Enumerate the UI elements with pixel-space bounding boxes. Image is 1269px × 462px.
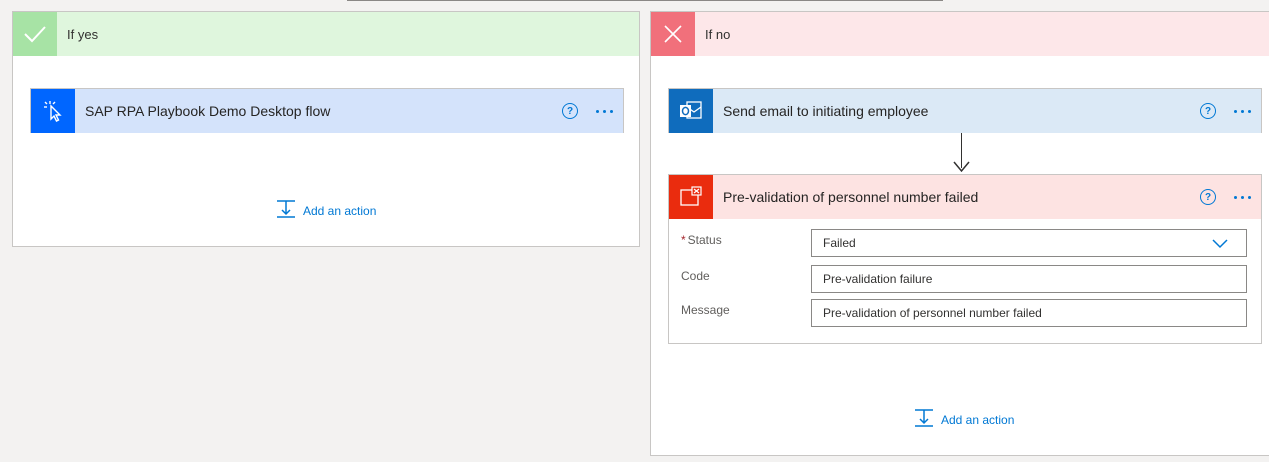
branch-yes-title: If yes: [67, 26, 99, 42]
help-icon[interactable]: ?: [562, 103, 578, 119]
sap-action-title: SAP RPA Playbook Demo Desktop flow: [85, 103, 331, 119]
code-field-row: Code Pre-validation failure: [681, 265, 1247, 293]
close-icon: [651, 12, 695, 56]
sap-desktop-flow-action[interactable]: SAP RPA Playbook Demo Desktop flow ?: [30, 88, 624, 133]
code-input[interactable]: Pre-validation failure: [811, 265, 1247, 293]
message-input[interactable]: Pre-validation of personnel number faile…: [811, 299, 1247, 327]
code-label: Code: [681, 269, 710, 283]
add-action-button-no[interactable]: Add an action: [914, 408, 1014, 431]
message-label: Message: [681, 303, 730, 317]
terminate-action[interactable]: Pre-validation of personnel number faile…: [668, 174, 1262, 344]
status-field-row: * Status Failed: [681, 229, 1247, 257]
terminate-icon: [669, 175, 713, 219]
branch-yes-header[interactable]: If yes: [13, 12, 639, 56]
arrow-head: [953, 161, 970, 173]
add-action-icon: [914, 408, 934, 431]
message-field-row: Message Pre-validation of personnel numb…: [681, 299, 1247, 327]
branch-no-title: If no: [705, 26, 731, 42]
branch-no-header[interactable]: If no: [651, 12, 1269, 56]
status-dropdown[interactable]: Failed: [811, 229, 1247, 257]
branch-if-yes: If yes SAP RPA Playbook Demo Desktop flo…: [12, 11, 640, 247]
status-label: * Status: [681, 233, 722, 247]
add-action-label: Add an action: [303, 203, 377, 218]
more-icon[interactable]: [1234, 195, 1251, 199]
chevron-down-icon: [1212, 239, 1228, 249]
outlook-icon: [669, 89, 713, 133]
add-action-label: Add an action: [941, 412, 1015, 427]
add-action-icon: [276, 199, 296, 222]
help-icon[interactable]: ?: [1200, 189, 1216, 205]
top-connector-line: [347, 0, 943, 1]
branch-if-no: If no Send email to initiating employee …: [650, 11, 1269, 456]
status-value: Failed: [823, 236, 856, 250]
check-icon: [13, 12, 57, 56]
terminate-action-title: Pre-validation of personnel number faile…: [723, 189, 979, 205]
more-icon[interactable]: [1234, 109, 1251, 113]
add-action-button-yes[interactable]: Add an action: [276, 199, 376, 222]
email-action-title: Send email to initiating employee: [723, 103, 929, 119]
more-icon[interactable]: [596, 109, 613, 113]
send-email-action[interactable]: Send email to initiating employee ?: [668, 88, 1262, 133]
help-icon[interactable]: ?: [1200, 103, 1216, 119]
desktop-flow-icon: [31, 89, 75, 133]
